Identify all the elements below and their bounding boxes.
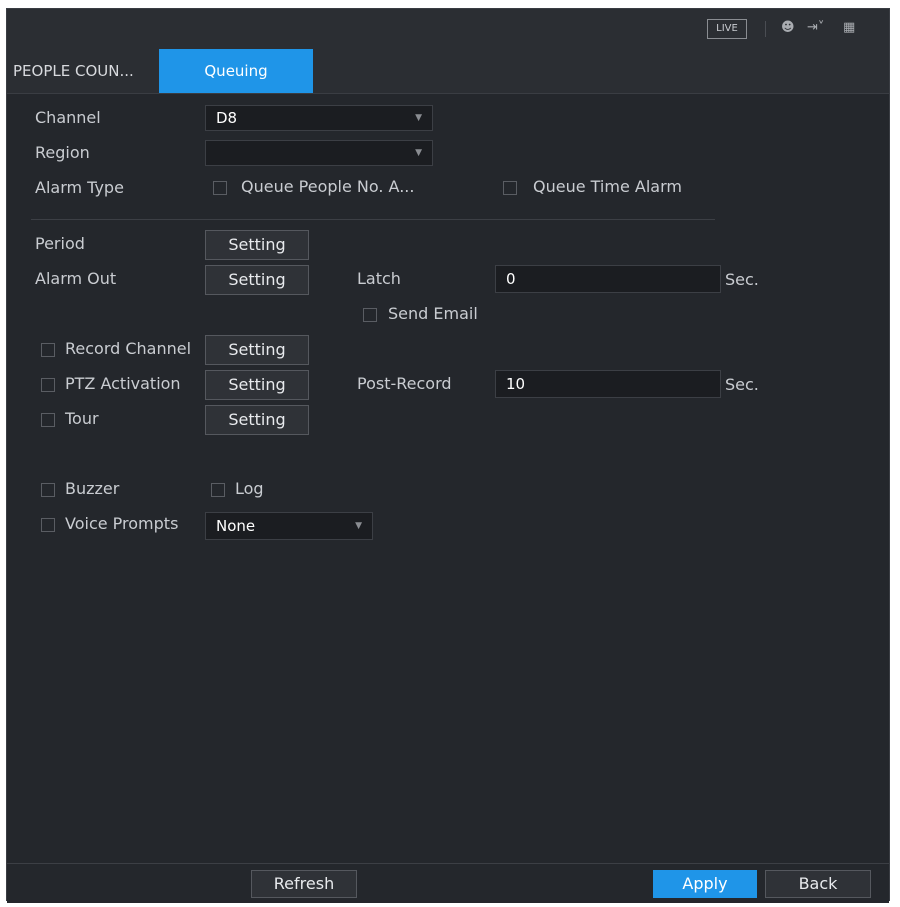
grid-menu-icon[interactable]: ▦ [843,20,855,36]
queue-people-no-alarm-checkbox[interactable] [213,181,227,195]
post-record-unit: Sec. [725,375,759,394]
region-label: Region [35,143,90,162]
record-channel-checkbox[interactable] [41,343,55,357]
tab-people-counting[interactable]: PEOPLE COUN... [7,49,157,93]
tab-queuing[interactable]: Queuing [159,49,313,93]
queuing-settings-window: LIVE ☻ ⇥˅ ▦ PEOPLE COUN... Queuing Chann… [6,8,890,903]
alarm-out-label: Alarm Out [35,269,117,288]
chevron-down-icon: ▼ [415,113,422,123]
tour-setting-button[interactable]: Setting [205,405,309,435]
chevron-down-icon: ▼ [415,148,422,158]
footer-bar: Refresh Apply Back [7,863,889,903]
channel-value: D8 [216,109,238,127]
channel-select[interactable]: D8 ▼ [205,105,433,131]
section-divider [31,219,715,220]
log-checkbox[interactable] [211,483,225,497]
queue-people-no-alarm-label: Queue People No. A... [241,177,415,196]
latch-input[interactable]: 0 [495,265,721,293]
post-record-label: Post-Record [357,374,452,393]
record-channel-label: Record Channel [65,339,192,358]
back-button[interactable]: Back [765,870,871,898]
region-select[interactable]: ▼ [205,140,433,166]
live-button[interactable]: LIVE [707,19,747,39]
refresh-button[interactable]: Refresh [251,870,357,898]
queue-time-alarm-checkbox[interactable] [503,181,517,195]
send-email-checkbox[interactable] [363,308,377,322]
top-bar: LIVE ☻ ⇥˅ ▦ [7,9,889,50]
record-channel-setting-button[interactable]: Setting [205,335,309,365]
ptz-activation-checkbox[interactable] [41,378,55,392]
period-label: Period [35,234,85,253]
buzzer-checkbox[interactable] [41,483,55,497]
alarm-type-label: Alarm Type [35,178,124,197]
send-email-label: Send Email [388,304,478,323]
post-record-input[interactable]: 10 [495,370,721,398]
latch-unit: Sec. [725,270,759,289]
tab-bar: PEOPLE COUN... Queuing [7,49,889,94]
queue-time-alarm-label: Queue Time Alarm [533,177,682,196]
voice-prompts-checkbox[interactable] [41,518,55,532]
log-label: Log [235,479,264,498]
tour-checkbox[interactable] [41,413,55,427]
ptz-activation-setting-button[interactable]: Setting [205,370,309,400]
period-setting-button[interactable]: Setting [205,230,309,260]
logout-icon[interactable]: ⇥˅ [807,20,824,36]
voice-prompts-select[interactable]: None ▼ [205,512,373,540]
ptz-activation-label: PTZ Activation [65,374,181,393]
tour-label: Tour [65,409,99,428]
voice-prompts-value: None [216,517,256,535]
voice-prompts-label: Voice Prompts [65,514,179,533]
buzzer-label: Buzzer [65,479,120,498]
chevron-down-icon: ▼ [355,521,362,531]
apply-button[interactable]: Apply [653,870,757,898]
user-icon[interactable]: ☻ [781,20,795,36]
toolbar-divider [765,21,766,37]
channel-label: Channel [35,108,101,127]
latch-label: Latch [357,269,401,288]
alarm-out-setting-button[interactable]: Setting [205,265,309,295]
